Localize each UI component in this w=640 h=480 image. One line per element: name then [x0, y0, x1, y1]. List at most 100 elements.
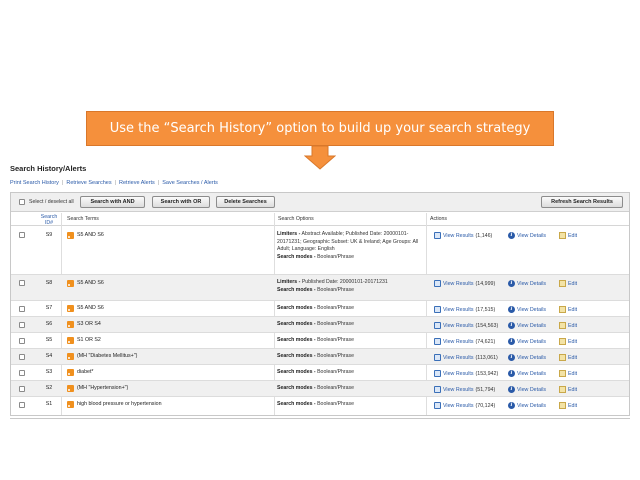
limiters-label: Limiters - [277, 279, 301, 285]
view-results-label: View Results [443, 354, 474, 361]
edit-link[interactable]: Edit [559, 322, 577, 329]
result-count: (113,061) [475, 354, 498, 361]
view-results-label: View Results [443, 306, 474, 313]
search-terms-header: Search Terms [67, 216, 99, 222]
rss-icon[interactable] [67, 401, 74, 408]
info-icon: i [508, 280, 515, 287]
view-results-link[interactable]: View Results (1,146) [434, 232, 492, 239]
edit-label: Edit [568, 354, 578, 361]
row-checkbox[interactable] [19, 232, 25, 238]
rss-icon[interactable] [67, 232, 74, 239]
search-with-and-button[interactable]: Search with AND [80, 196, 145, 208]
table-row: S6 S3 OR S4 Search modes - Boolean/Phras… [11, 317, 629, 333]
view-details-link[interactable]: i View Details [508, 280, 546, 287]
view-results-icon [434, 232, 441, 239]
rss-icon[interactable] [67, 280, 74, 287]
search-terms: S3 OR S4 [77, 321, 101, 327]
search-id: S9 [45, 232, 53, 238]
print-search-history-link[interactable]: Print Search History [10, 180, 59, 186]
view-results-label: View Results [443, 322, 474, 329]
rss-icon[interactable] [67, 305, 74, 312]
view-results-label: View Results [443, 280, 474, 287]
view-details-link[interactable]: i View Details [508, 354, 546, 361]
rss-icon[interactable] [67, 337, 74, 344]
limiters-value: Published Date: 20000101-20171231 [301, 279, 388, 285]
edit-link[interactable]: Edit [559, 402, 577, 409]
edit-link[interactable]: Edit [559, 280, 577, 287]
view-results-icon [434, 354, 441, 361]
view-results-link[interactable]: View Results (51,794) [434, 386, 495, 393]
view-results-link[interactable]: View Results (113,061) [434, 354, 498, 361]
page-title: Search History/Alerts [10, 164, 87, 173]
view-results-icon [434, 280, 441, 287]
edit-label: Edit [568, 232, 578, 239]
edit-label: Edit [568, 322, 578, 329]
view-details-label: View Details [517, 232, 547, 239]
row-checkbox[interactable] [19, 386, 25, 392]
edit-label: Edit [568, 280, 578, 287]
edit-link[interactable]: Edit [559, 338, 577, 345]
view-results-link[interactable]: View Results (14,999) [434, 280, 495, 287]
row-checkbox[interactable] [19, 338, 25, 344]
view-details-link[interactable]: i View Details [508, 386, 546, 393]
info-icon: i [508, 322, 515, 329]
row-checkbox[interactable] [19, 402, 25, 408]
view-details-link[interactable]: i View Details [508, 306, 546, 313]
edit-link[interactable]: Edit [559, 232, 577, 239]
view-details-link[interactable]: i View Details [508, 338, 546, 345]
search-with-or-button[interactable]: Search with OR [152, 196, 210, 208]
search-id: S6 [45, 321, 53, 327]
search-modes-value: Boolean/Phrase [317, 286, 355, 293]
view-results-label: View Results [443, 386, 474, 393]
search-id-header[interactable]: Search ID# [37, 214, 61, 226]
callout-text: Use the “Search History” option to build… [109, 121, 531, 136]
search-options: Limiters - Abstract Available; Published… [277, 231, 427, 261]
search-terms: diabet* [77, 369, 94, 375]
info-icon: i [508, 306, 515, 313]
edit-link[interactable]: Edit [559, 370, 577, 377]
result-count: (14,999) [475, 280, 496, 287]
view-details-link[interactable]: i View Details [508, 370, 546, 377]
row-checkbox[interactable] [19, 322, 25, 328]
view-results-icon [434, 402, 441, 409]
retrieve-searches-link[interactable]: Retrieve Searches [66, 180, 111, 186]
save-searches-link[interactable]: Save Searches / Alerts [162, 180, 218, 186]
table-row: S3 diabet* Search modes - Boolean/Phrase… [11, 365, 629, 381]
edit-icon [559, 354, 566, 361]
rss-icon[interactable] [67, 321, 74, 328]
view-details-link[interactable]: i View Details [508, 232, 546, 239]
info-icon: i [508, 370, 515, 377]
edit-icon [559, 338, 566, 345]
rss-icon[interactable] [67, 369, 74, 376]
search-terms: S5 AND S6 [77, 232, 104, 238]
view-results-link[interactable]: View Results (17,515) [434, 306, 495, 313]
edit-link[interactable]: Edit [559, 306, 577, 313]
result-count: (153,942) [475, 370, 499, 377]
search-modes-value: Boolean/Phrase [317, 253, 355, 260]
edit-link[interactable]: Edit [559, 354, 577, 361]
view-details-link[interactable]: i View Details [508, 402, 546, 409]
view-results-link[interactable]: View Results (74,621) [434, 338, 495, 345]
rss-icon[interactable] [67, 353, 74, 360]
edit-link[interactable]: Edit [559, 386, 577, 393]
view-results-link[interactable]: View Results (154,563) [434, 322, 498, 329]
rss-icon[interactable] [67, 385, 74, 392]
view-details-link[interactable]: i View Details [508, 322, 546, 329]
row-checkbox[interactable] [19, 306, 25, 312]
view-results-link[interactable]: View Results (153,942) [434, 370, 498, 377]
search-id: S4 [45, 353, 53, 359]
retrieve-alerts-link[interactable]: Retrieve Alerts [119, 180, 155, 186]
delete-searches-button[interactable]: Delete Searches [216, 196, 275, 208]
row-checkbox[interactable] [19, 370, 25, 376]
select-all-checkbox[interactable] [19, 199, 25, 205]
row-checkbox[interactable] [19, 280, 25, 286]
refresh-search-results-button[interactable]: Refresh Search Results [541, 196, 623, 208]
edit-icon [559, 322, 566, 329]
row-checkbox[interactable] [19, 354, 25, 360]
view-results-link[interactable]: View Results (70,124) [434, 402, 495, 409]
search-id: S2 [45, 385, 53, 391]
result-count: (51,794) [475, 386, 496, 393]
view-details-label: View Details [517, 280, 547, 287]
search-terms: S5 AND S6 [77, 280, 104, 286]
edit-label: Edit [568, 338, 578, 345]
